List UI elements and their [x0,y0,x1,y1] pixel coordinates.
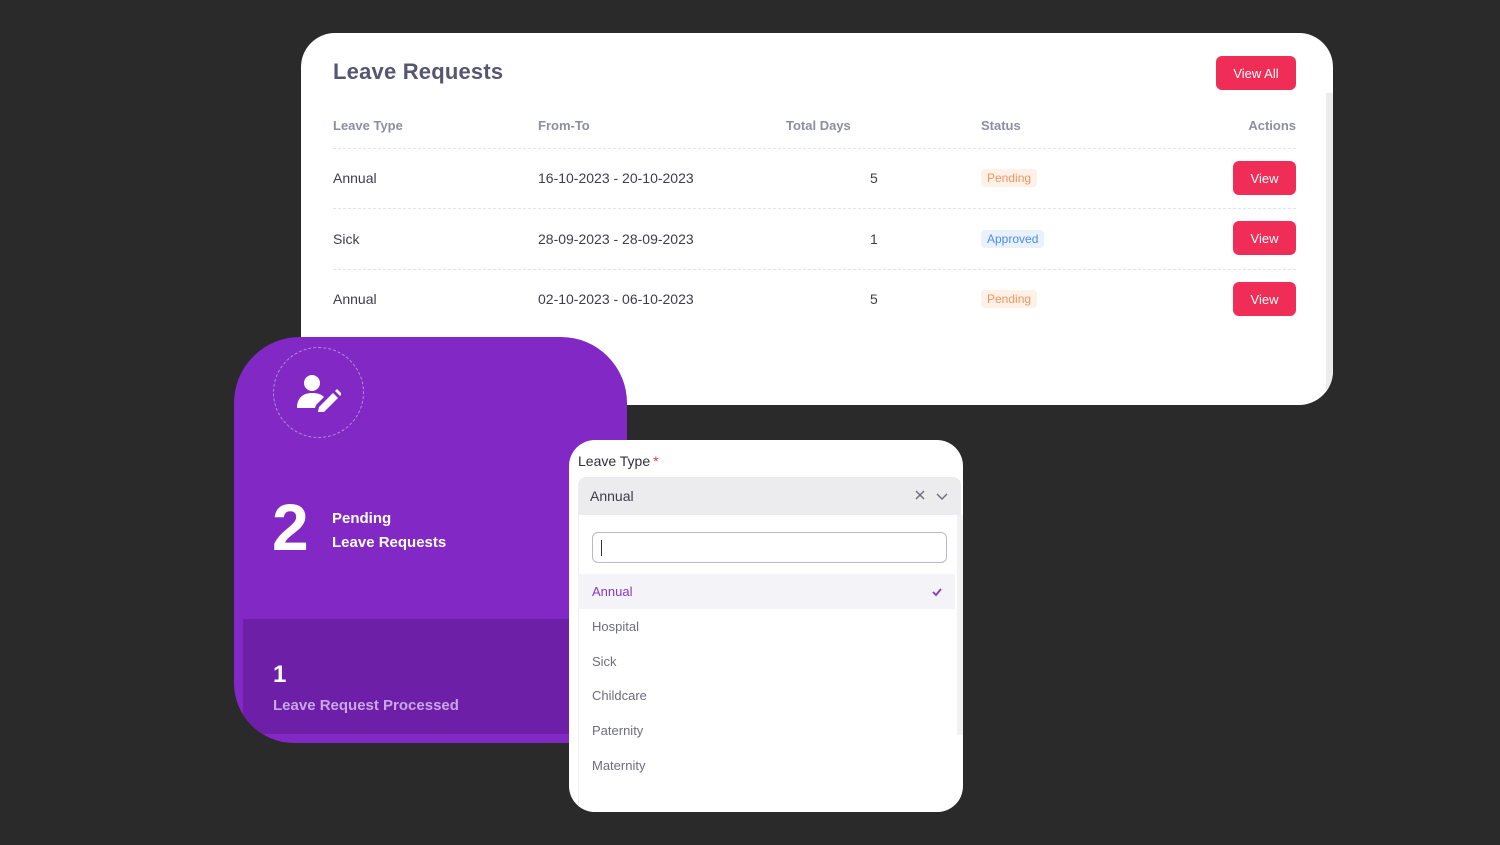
cell-leave-type: Annual [333,291,377,307]
user-edit-icon [296,374,341,412]
page-title: Leave Requests [333,59,504,84]
chevron-down-icon[interactable] [935,489,949,503]
scrollbar[interactable] [1326,93,1333,393]
leave-type-label: Leave Type * [578,453,659,469]
cell-total-days: 1 [870,231,878,247]
cell-leave-type: Sick [333,231,360,247]
clear-icon[interactable] [913,488,927,502]
pending-label-line1: Pending [332,510,392,527]
pending-count: 2 [272,490,309,564]
leave-type-dropdown-card: Leave Type * Annual Annual Hospital Sick … [569,440,963,812]
option-label: Hospital [592,619,639,634]
cell-total-days: 5 [870,170,878,186]
view-all-button[interactable]: View All [1216,56,1296,90]
check-icon [932,588,942,597]
status-badge: Approved [981,230,1045,248]
processed-label: Leave Request Processed [273,697,459,714]
view-button[interactable]: View [1233,221,1296,255]
text-caret [601,540,602,556]
column-header-leave-type: Leave Type [333,118,403,133]
cell-dates: 02-10-2023 - 06-10-2023 [538,291,694,307]
status-badge: Pending [981,290,1038,308]
selected-value: Annual [590,488,634,504]
option-childcare[interactable]: Childcare [578,678,955,713]
option-label: Paternity [592,723,644,738]
search-input[interactable] [592,532,947,563]
view-button[interactable]: View [1233,282,1296,316]
divider [333,269,1296,270]
column-header-actions: Actions [1248,118,1296,133]
column-header-total-days: Total Days [786,118,851,133]
option-label: Childcare [592,688,647,703]
cell-dates: 28-09-2023 - 28-09-2023 [538,231,694,247]
status-badge: Pending [981,169,1038,187]
required-mark: * [653,453,659,469]
scrollbar[interactable] [957,515,963,735]
pending-label-line2: Leave Requests [332,534,447,551]
column-header-status: Status [981,118,1021,133]
option-maternity[interactable]: Maternity [578,748,955,783]
cell-dates: 16-10-2023 - 20-10-2023 [538,170,694,186]
cell-leave-type: Annual [333,170,377,186]
divider [333,148,1296,149]
view-button[interactable]: View [1233,161,1296,195]
pending-label: Pending Leave Requests [332,507,446,555]
option-label: Maternity [592,758,646,773]
avatar [273,347,364,438]
option-label: Sick [592,654,617,669]
cell-total-days: 5 [870,291,878,307]
leave-type-label-text: Leave Type [578,453,651,469]
leave-type-select[interactable]: Annual [578,477,961,515]
column-header-from-to: From-To [538,118,590,133]
option-sick[interactable]: Sick [578,644,955,679]
processed-count: 1 [273,661,287,688]
divider [333,208,1296,209]
option-hospital[interactable]: Hospital [578,609,955,644]
option-annual[interactable]: Annual [578,574,955,609]
option-paternity[interactable]: Paternity [578,713,955,748]
option-label: Annual [592,584,633,599]
